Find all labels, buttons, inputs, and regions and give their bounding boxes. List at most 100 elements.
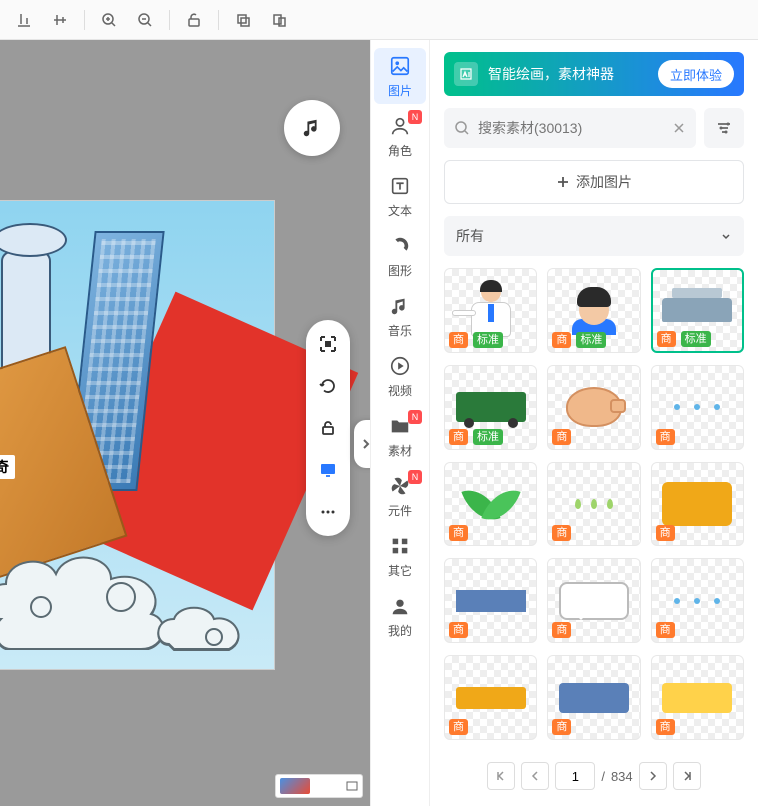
page-thumbnail[interactable] [280, 778, 310, 794]
pager-current-input[interactable] [555, 762, 595, 790]
standard-tag: 标准 [473, 429, 503, 445]
play-icon [388, 354, 412, 378]
new-badge: N [408, 110, 422, 124]
paste-icon[interactable] [263, 4, 295, 36]
tab-mine[interactable]: 我的 [374, 588, 426, 644]
pager-prev-button[interactable] [521, 762, 549, 790]
align-middle-icon[interactable] [44, 4, 76, 36]
tab-role[interactable]: 角色N [374, 108, 426, 164]
asset-card[interactable]: 商 [651, 462, 744, 547]
search-input[interactable] [478, 120, 664, 136]
standard-tag: 标准 [576, 332, 606, 348]
tab-text[interactable]: 文本 [374, 168, 426, 224]
filter-icon [715, 119, 733, 137]
asset-card[interactable]: 商标准 [547, 268, 640, 353]
commercial-tag: 商 [656, 719, 675, 735]
standard-tag: 标准 [473, 332, 503, 348]
asset-card[interactable]: 商 [651, 558, 744, 643]
tab-label: 素材 [388, 442, 412, 459]
focus-tool-icon[interactable] [316, 332, 340, 356]
text-icon [388, 174, 412, 198]
tab-image[interactable]: 图片 [374, 48, 426, 104]
asset-card[interactable]: 商 [547, 558, 640, 643]
tab-component[interactable]: 元件 N [374, 468, 426, 524]
asset-card[interactable]: 商 [547, 462, 640, 547]
chevron-down-icon [720, 230, 732, 242]
commercial-tag: 商 [552, 332, 571, 348]
music-button[interactable] [284, 100, 340, 156]
window-icon[interactable] [346, 780, 358, 792]
tab-other[interactable]: 其它 [374, 528, 426, 584]
filter-button[interactable] [704, 108, 744, 148]
tab-label: 元件 [388, 502, 412, 519]
commercial-tag: 商 [449, 622, 468, 638]
commercial-tag: 商 [449, 429, 468, 445]
unlock-icon[interactable] [178, 4, 210, 36]
promo-text: 智能绘画，素材神器 [488, 64, 648, 84]
new-badge: N [408, 470, 422, 484]
thumbnail-bar[interactable] [275, 774, 363, 798]
commercial-tag: 商 [657, 331, 676, 347]
asset-card[interactable]: 商 [547, 655, 640, 740]
asset-grid: 商标准商标准商标准商标准商商商商商商商商商商商 [444, 268, 744, 746]
expand-handle[interactable] [354, 420, 370, 468]
commercial-tag: 商 [656, 429, 675, 445]
user-icon [388, 594, 412, 618]
music-icon [388, 294, 412, 318]
promo-banner: 智能绘画，素材神器 立即体验 [444, 52, 744, 96]
asset-card[interactable]: 商 [651, 365, 744, 450]
commercial-tag: 商 [449, 525, 468, 541]
tab-label: 图形 [388, 262, 412, 279]
asset-card[interactable]: 商 [444, 655, 537, 740]
music-note-icon [301, 117, 323, 139]
zoom-in-icon[interactable] [93, 4, 125, 36]
rotate-tool-icon[interactable] [316, 374, 340, 398]
search-box [444, 108, 696, 148]
promo-cta-button[interactable]: 立即体验 [658, 60, 734, 88]
commercial-tag: 商 [552, 719, 571, 735]
standard-tag: 标准 [681, 331, 711, 347]
tab-material[interactable]: 素材N [374, 408, 426, 464]
lock-tool-icon[interactable] [316, 416, 340, 440]
pager-first-button[interactable] [487, 762, 515, 790]
category-select[interactable]: 所有 [444, 216, 744, 256]
pager-sep: / [601, 769, 605, 784]
tab-label: 视频 [388, 382, 412, 399]
clear-icon[interactable] [672, 121, 686, 135]
asset-card[interactable]: 商标准 [444, 268, 537, 353]
pager: / 834 [444, 758, 744, 794]
canvas-caption: 写传奇 [0, 455, 15, 479]
display-tool-icon[interactable] [316, 458, 340, 482]
plus-icon [556, 175, 570, 189]
tab-shape[interactable]: 图形 [374, 228, 426, 284]
category-label: 所有 [456, 226, 484, 246]
canvas-tools [306, 320, 350, 536]
top-toolbar [0, 0, 758, 40]
align-bottom-icon[interactable] [8, 4, 40, 36]
tab-label: 图片 [388, 82, 412, 99]
zoom-out-icon[interactable] [129, 4, 161, 36]
pager-last-button[interactable] [673, 762, 701, 790]
asset-card[interactable]: 商 [444, 558, 537, 643]
add-image-button[interactable]: 添加图片 [444, 160, 744, 204]
shape-icon [388, 234, 412, 258]
copy-icon[interactable] [227, 4, 259, 36]
ai-icon [454, 62, 478, 86]
canvas-artwork[interactable]: 写传奇 [0, 200, 275, 670]
search-icon [454, 120, 470, 136]
tab-music[interactable]: 音乐 [374, 288, 426, 344]
asset-card[interactable]: 商标准 [651, 268, 744, 353]
pager-next-button[interactable] [639, 762, 667, 790]
commercial-tag: 商 [552, 525, 571, 541]
asset-card[interactable]: 商 [547, 365, 640, 450]
tab-video[interactable]: 视频 [374, 348, 426, 404]
more-tool-icon[interactable] [316, 500, 340, 524]
canvas-area[interactable]: 写传奇 [0, 40, 370, 806]
asset-card[interactable]: 商 [444, 462, 537, 547]
tab-label: 其它 [388, 562, 412, 579]
separator [218, 10, 219, 30]
commercial-tag: 商 [552, 622, 571, 638]
separator [84, 10, 85, 30]
asset-card[interactable]: 商标准 [444, 365, 537, 450]
asset-card[interactable]: 商 [651, 655, 744, 740]
